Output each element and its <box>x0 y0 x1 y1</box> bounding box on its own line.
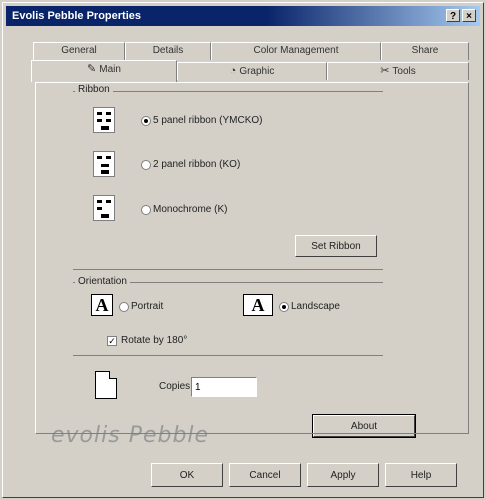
tab-general[interactable]: General <box>33 42 125 60</box>
apply-button[interactable]: Apply <box>307 463 379 487</box>
help-title-button[interactable]: ? <box>446 9 460 22</box>
ok-button[interactable]: OK <box>151 463 223 487</box>
tools-icon: ✂ <box>380 65 390 77</box>
title-bar: Evolis Pebble Properties ? × <box>6 6 480 26</box>
tab-main-label: Main <box>99 64 121 75</box>
tab-color-management-label: Color Management <box>253 45 339 56</box>
tab-general-label: General <box>61 45 97 56</box>
printer-properties-dialog: Evolis Pebble Properties ? × General Det… <box>2 2 484 498</box>
tab-details-label: Details <box>152 45 184 56</box>
graphic-icon: ◔ <box>229 65 237 77</box>
pencil-icon: ✎ <box>87 63 97 75</box>
tab-graphic-label: Graphic <box>239 66 275 77</box>
tab-color-management[interactable]: Color Management <box>211 42 381 60</box>
cancel-button[interactable]: Cancel <box>229 463 301 487</box>
tab-graphic[interactable]: ◔ Graphic <box>177 62 327 80</box>
tab-tools[interactable]: ✂ Tools <box>327 62 469 80</box>
tab-share-label: Share <box>411 45 439 56</box>
tab-share[interactable]: Share <box>381 42 469 60</box>
tab-tools-label: Tools <box>392 66 416 77</box>
close-button[interactable]: × <box>462 9 476 22</box>
tab-main[interactable]: ✎ Main <box>31 60 177 82</box>
main-tab-panel <box>35 82 469 434</box>
help-button[interactable]: Help <box>385 463 457 487</box>
tab-details[interactable]: Details <box>125 42 211 60</box>
window-title: Evolis Pebble Properties <box>12 10 141 22</box>
